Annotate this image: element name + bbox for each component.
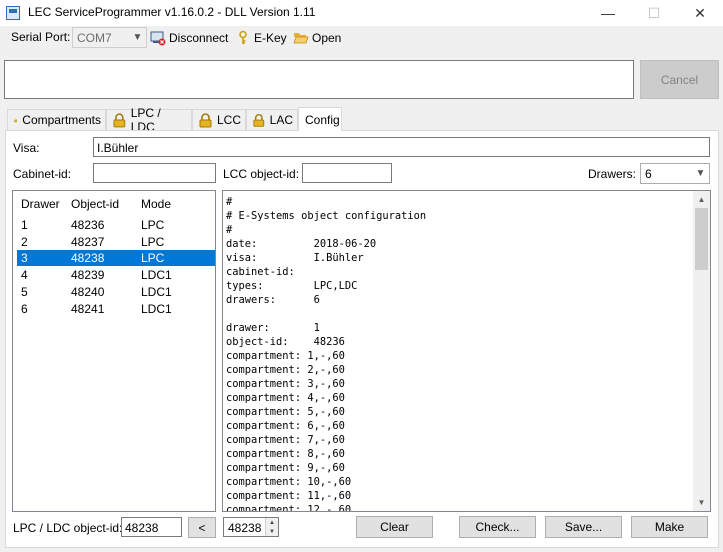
cabinet-id-input[interactable] [93, 163, 216, 183]
key-icon [239, 30, 247, 44]
stepper-value: 48238 [228, 521, 262, 535]
ekey-label: E-Key [254, 31, 287, 45]
tab-lcc[interactable]: LCC [192, 109, 246, 130]
object-id-stepper[interactable]: 48238 ▲ ▼ [223, 517, 279, 537]
drawer-list[interactable]: Drawer Object-id Mode 1 48236 LPC 2 4823… [12, 190, 216, 512]
visa-label: Visa: [13, 141, 40, 155]
serial-port-value: COM7 [77, 31, 112, 45]
drawer-cell: 5 [21, 285, 28, 299]
title-bar: LEC ServiceProgrammer v1.16.0.2 - DLL Ve… [0, 0, 723, 26]
mode-cell: LPC [141, 235, 165, 249]
status-box [4, 60, 634, 99]
tab-label: LAC [269, 113, 293, 127]
tab-lac[interactable]: LAC [246, 109, 298, 130]
object-id-cell: 48240 [71, 285, 105, 299]
disconnect-label: Disconnect [169, 31, 229, 45]
header-object-id[interactable]: Object-id [71, 197, 119, 211]
window-title: LEC ServiceProgrammer v1.16.0.2 - DLL Ve… [28, 5, 316, 19]
minimize-button[interactable]: — [585, 0, 631, 26]
header-mode[interactable]: Mode [141, 197, 171, 211]
save-button[interactable]: Save... [545, 516, 622, 538]
object-id-cell: 48237 [71, 235, 105, 249]
drawer-cell: 6 [21, 302, 28, 316]
cabinet-id-label: Cabinet-id: [13, 167, 72, 181]
list-item[interactable]: 5 48240 LDC1 [17, 284, 215, 300]
cancel-button: Cancel [640, 60, 719, 99]
object-id-cell: 48236 [71, 218, 105, 232]
ekey-button[interactable]: E-Key [237, 29, 287, 47]
drawer-cell: 2 [21, 235, 28, 249]
mode-cell: LPC [141, 218, 165, 232]
list-item[interactable]: 6 48241 LDC1 [17, 301, 215, 317]
scroll-up-icon[interactable]: ▲ [693, 191, 710, 208]
lcc-object-id-label: LCC object-id: [223, 167, 300, 181]
open-label: Open [312, 31, 342, 45]
drawer-cell: 3 [21, 251, 28, 265]
lock-icon [113, 112, 126, 127]
mode-cell: LPC [141, 251, 165, 265]
visa-input[interactable]: I.Bühler [93, 137, 710, 157]
object-id-label: LPC / LDC object-id: [13, 521, 123, 535]
object-id-input[interactable]: 48238 [121, 517, 182, 537]
scroll-down-icon[interactable]: ▼ [693, 494, 710, 511]
list-header: Drawer Object-id Mode [13, 196, 215, 214]
tab-compartments[interactable]: Compartments [7, 109, 106, 130]
app-icon [6, 6, 20, 20]
object-id-cell: 48238 [71, 251, 105, 265]
config-textarea[interactable]: # # E-Systems object configuration # dat… [222, 190, 711, 512]
object-id-cell: 48239 [71, 268, 105, 282]
disconnect-button[interactable]: Disconnect [150, 29, 228, 47]
stepper-up-icon[interactable]: ▲ [265, 518, 278, 527]
lcc-object-id-input[interactable] [302, 163, 392, 183]
mode-cell: LDC1 [141, 285, 172, 299]
visa-value: I.Bühler [97, 141, 139, 155]
make-button[interactable]: Make [631, 516, 708, 538]
serial-port-select: COM7 ▼ [72, 27, 147, 48]
list-item[interactable]: 4 48239 LDC1 [17, 267, 215, 283]
scrollbar-thumb[interactable] [695, 208, 708, 270]
mode-cell: LDC1 [141, 302, 172, 316]
tab-config[interactable]: Config [298, 107, 342, 131]
open-button[interactable]: Open [293, 29, 341, 47]
maximize-button: ☐ [647, 4, 661, 21]
drawer-cell: 4 [21, 268, 28, 282]
vertical-scrollbar[interactable]: ▲ ▼ [693, 191, 710, 511]
object-id-value: 48238 [125, 521, 159, 535]
folder-open-icon [293, 33, 309, 44]
check-button[interactable]: Check... [459, 516, 536, 538]
drawers-label: Drawers: [588, 167, 637, 181]
chevron-down-icon: ▼ [695, 168, 706, 179]
drawer-cell: 1 [21, 218, 28, 232]
list-item[interactable]: 2 48237 LPC [17, 234, 215, 250]
object-id-cell: 48241 [71, 302, 105, 316]
config-text: # # E-Systems object configuration # dat… [226, 196, 427, 512]
disconnect-icon [150, 31, 166, 46]
list-item[interactable]: 1 48236 LPC [17, 217, 215, 233]
header-drawer[interactable]: Drawer [21, 197, 60, 211]
close-button[interactable]: ✕ [677, 0, 723, 26]
tab-label: LCC [216, 113, 241, 127]
drawers-value: 6 [645, 167, 652, 181]
tab-label: Compartments [22, 113, 101, 127]
tab-label: Config [305, 112, 340, 127]
serial-port-label: Serial Port: [11, 30, 71, 44]
lock-icon [253, 113, 265, 127]
mode-cell: LDC1 [141, 268, 172, 282]
drawers-select[interactable]: 6 ▼ [640, 163, 710, 184]
lock-icon [199, 112, 212, 127]
list-item-selected[interactable]: 3 48238 LPC [17, 250, 215, 266]
stepper-down-icon[interactable]: ▼ [265, 527, 278, 536]
prev-button[interactable]: < [188, 517, 216, 538]
chevron-down-icon: ▼ [132, 32, 143, 43]
lock-icon [14, 118, 18, 122]
clear-button[interactable]: Clear [356, 516, 433, 538]
tab-lpc-ldc[interactable]: LPC / LDC [106, 106, 192, 134]
